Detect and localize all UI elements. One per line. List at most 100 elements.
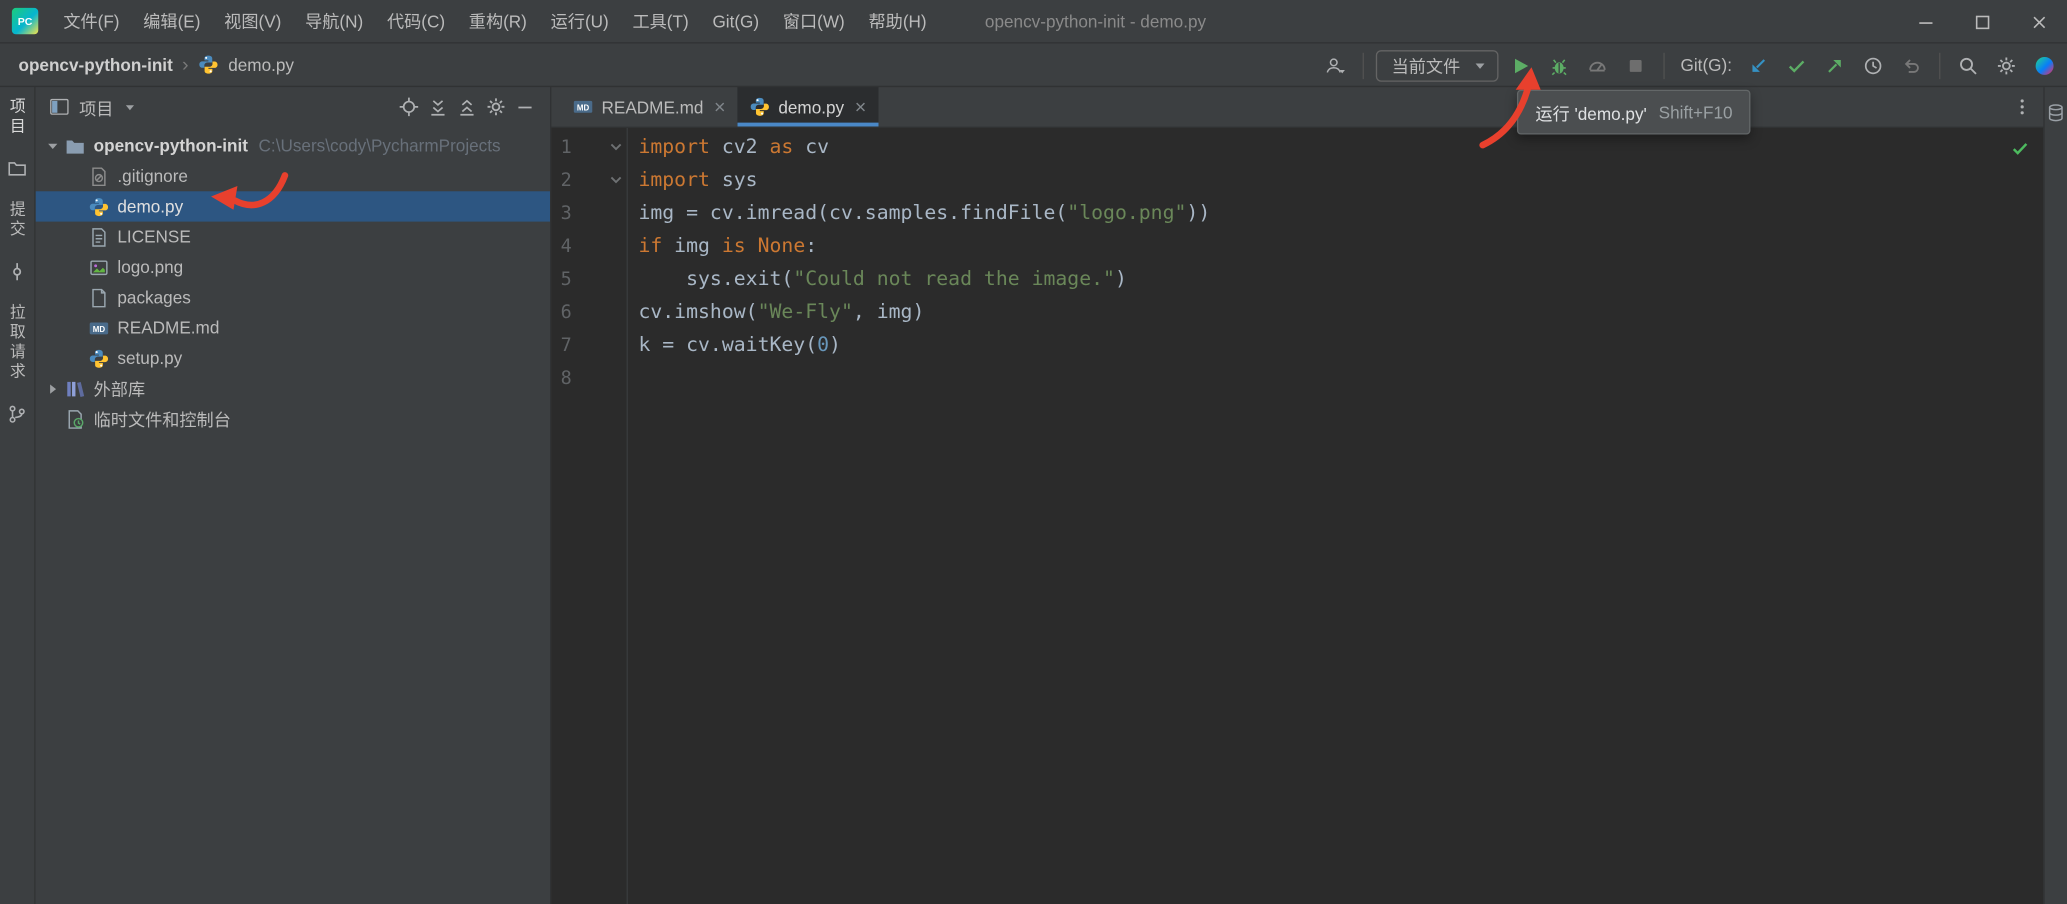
git-label: Git(G):: [1681, 55, 1732, 75]
git-history-button[interactable]: [1857, 49, 1889, 81]
tree-item-6[interactable]: MDREADME.md: [36, 313, 550, 343]
panel-options-button[interactable]: [481, 92, 510, 121]
menu-git[interactable]: Git(G): [701, 0, 771, 43]
menu-navigate[interactable]: 导航(N): [293, 0, 375, 43]
code-line-8: [638, 361, 2043, 394]
git-rollback-button[interactable]: [1896, 49, 1928, 81]
right-stripe: [2043, 87, 2067, 904]
tool-tab-bookmarks[interactable]: [4, 156, 30, 182]
gutter-line-5[interactable]: 5: [551, 263, 626, 296]
editor-gutter[interactable]: 1 2 34 5 6 7 8: [551, 128, 628, 904]
tab-options-button[interactable]: [2009, 94, 2035, 120]
code-token: img: [662, 233, 722, 257]
locate-file-button[interactable]: [394, 92, 423, 121]
tree-item-8[interactable]: 外部库: [36, 373, 550, 403]
code-token: "Could not read the image.": [793, 266, 1115, 290]
menu-refactor[interactable]: 重构(R): [457, 0, 539, 43]
search-everywhere-button[interactable]: [1952, 49, 1984, 81]
tree-item-4[interactable]: logo.png: [36, 252, 550, 282]
user-accounts-button[interactable]: [1319, 49, 1351, 81]
code-editor[interactable]: import cv2 as cvimport sysimg = cv.imrea…: [628, 128, 2043, 904]
tool-tab-pull-requests[interactable]: 拉取请求: [9, 303, 25, 382]
database-icon[interactable]: [2046, 103, 2066, 123]
minimize-button[interactable]: [1897, 0, 1954, 44]
tree-item-7[interactable]: setup.py: [36, 343, 550, 373]
profiler-icon: [1587, 55, 1608, 76]
gutter-line-6[interactable]: 6: [551, 295, 626, 328]
caret-down-icon: [1472, 57, 1488, 73]
run-button[interactable]: [1505, 49, 1537, 81]
breadcrumb-file[interactable]: demo.py: [228, 55, 294, 75]
fold-marker-icon[interactable]: [609, 173, 622, 186]
tool-tab-structure[interactable]: [4, 259, 30, 285]
git-update-button[interactable]: [1743, 49, 1775, 81]
markdown-icon: MD: [88, 317, 109, 338]
menu-file[interactable]: 文件(F): [51, 0, 131, 43]
chevron-down-icon[interactable]: [123, 100, 138, 115]
gutter-line-7[interactable]: 7: [551, 328, 626, 361]
menu-run[interactable]: 运行(U): [539, 0, 621, 43]
left-stripe: 项目提交拉取请求: [0, 87, 36, 904]
close-button[interactable]: [2010, 0, 2067, 44]
project-tool-window: 项目 opencv-python-initC:\Users\cody\Pycha…: [36, 87, 552, 904]
maximize-button[interactable]: [1954, 0, 2011, 44]
git-push-icon: [1824, 55, 1845, 76]
line-number: 7: [561, 334, 572, 355]
gutter-line-1[interactable]: 1: [551, 131, 626, 164]
gutter-line-4[interactable]: 4: [551, 230, 626, 263]
ide-settings-button[interactable]: [1991, 49, 2023, 81]
close-tab-icon[interactable]: ×: [855, 97, 867, 117]
breadcrumb-project[interactable]: opencv-python-init: [18, 55, 172, 75]
gutter-line-2[interactable]: 2: [551, 164, 626, 197]
line-number: 2: [561, 170, 572, 191]
profiler-button[interactable]: [1582, 49, 1614, 81]
tool-tab-commit[interactable]: 提交: [9, 201, 25, 241]
line-number: 5: [561, 268, 572, 289]
more-vertical-icon: [2012, 96, 2033, 117]
menu-tools[interactable]: 工具(T): [621, 0, 701, 43]
collapse-all-button[interactable]: [452, 92, 481, 121]
toolbar-separator: [1363, 52, 1364, 78]
git-commit-button[interactable]: [1781, 49, 1813, 81]
code-token: :: [805, 233, 817, 257]
tree-chevron-spacer: [66, 226, 88, 247]
menu-bar: 文件(F)编辑(E)视图(V)导航(N)代码(C)重构(R)运行(U)工具(T)…: [51, 0, 938, 43]
tab-demo[interactable]: demo.py×: [737, 87, 878, 127]
gutter-line-8[interactable]: 8: [551, 361, 626, 394]
hide-panel-button[interactable]: [510, 92, 539, 121]
debug-button[interactable]: [1543, 49, 1575, 81]
menu-help[interactable]: 帮助(H): [857, 0, 939, 43]
menu-view[interactable]: 视图(V): [212, 0, 293, 43]
folder-icon: [65, 135, 86, 156]
tree-chevron-spacer: [66, 348, 88, 369]
tree-item-1[interactable]: .gitignore: [36, 161, 550, 191]
menu-window[interactable]: 窗口(W): [771, 0, 857, 43]
profile-avatar-button[interactable]: [2029, 49, 2061, 81]
tree-item-5[interactable]: packages: [36, 282, 550, 312]
gutter-line-3[interactable]: 3: [551, 197, 626, 230]
chevron-right-icon[interactable]: [42, 378, 64, 399]
tree-item-0[interactable]: opencv-python-initC:\Users\cody\PycharmP…: [36, 131, 550, 161]
tree-item-9[interactable]: 临时文件和控制台: [36, 404, 550, 434]
git-push-button[interactable]: [1819, 49, 1851, 81]
code-token: cv.imshow(: [638, 299, 757, 323]
run-tooltip-label: 运行 'demo.py': [1535, 100, 1646, 125]
menu-code[interactable]: 代码(C): [375, 0, 457, 43]
tree-item-2[interactable]: demo.py: [36, 191, 550, 221]
fold-marker-icon[interactable]: [609, 140, 622, 153]
expand-all-icon: [427, 96, 448, 117]
menu-edit[interactable]: 编辑(E): [131, 0, 212, 43]
run-config-combo[interactable]: 当前文件: [1376, 49, 1499, 81]
line-number: 8: [561, 367, 572, 388]
close-tab-icon[interactable]: ×: [714, 97, 726, 117]
tool-tab-git[interactable]: [4, 401, 30, 427]
stop-button[interactable]: [1620, 49, 1652, 81]
tree-item-3[interactable]: LICENSE: [36, 222, 550, 252]
tool-tab-project[interactable]: 项目: [9, 98, 25, 138]
code-token: )): [1186, 201, 1210, 225]
tab-readme[interactable]: MDREADME.md×: [561, 87, 738, 127]
expand-all-button[interactable]: [423, 92, 452, 121]
project-panel-title[interactable]: 项目: [79, 94, 113, 119]
inspections-ok-icon[interactable]: [2010, 139, 2030, 159]
chevron-down-icon[interactable]: [42, 135, 64, 156]
